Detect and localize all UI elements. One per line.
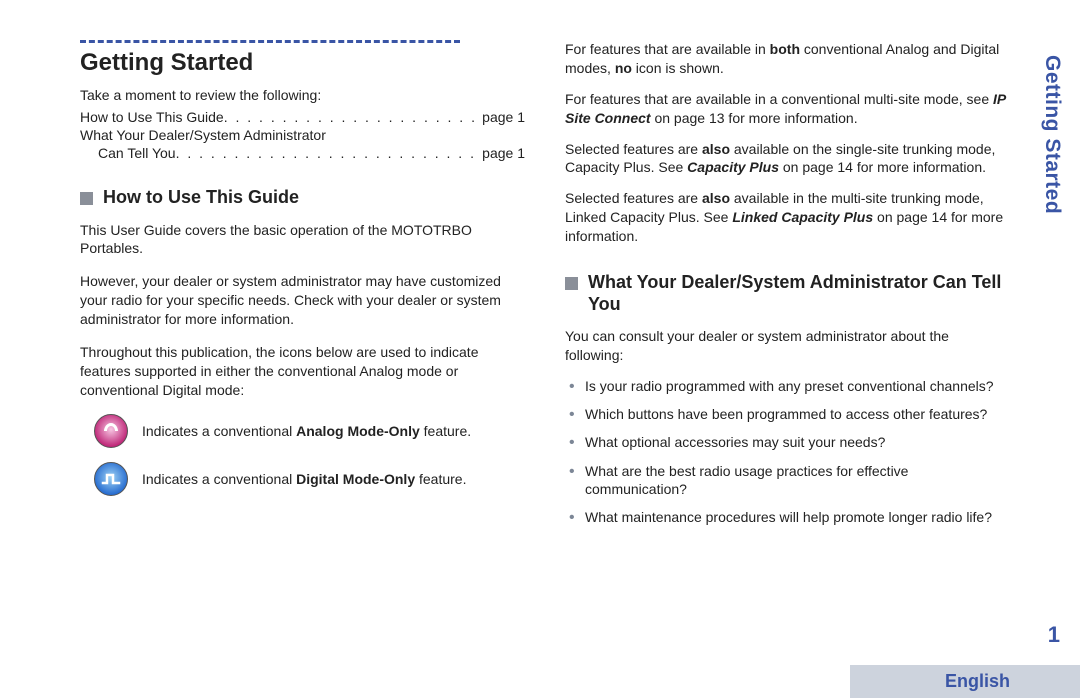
toc-row-2a: What Your Dealer/System Administrator	[80, 127, 525, 143]
subheading-how-to-use: How to Use This Guide	[80, 187, 525, 209]
toc-label: How to Use This Guide	[80, 109, 224, 125]
right-column: For features that are available in both …	[565, 40, 1050, 688]
square-bullet-icon	[565, 277, 578, 290]
feature-text: Indicates a conventional Analog Mode-Onl…	[142, 422, 471, 440]
subheading-title: How to Use This Guide	[103, 187, 299, 209]
list-item: What maintenance procedures will help pr…	[569, 508, 1010, 526]
feature-text: Indicates a conventional Digital Mode-On…	[142, 470, 466, 488]
body-paragraph: However, your dealer or system administr…	[80, 272, 525, 329]
toc-label: Can Tell You	[98, 145, 176, 161]
square-bullet-icon	[80, 192, 93, 205]
toc-row-1: How to Use This Guide . . . . . . . . . …	[80, 109, 525, 125]
body-paragraph: This User Guide covers the basic operati…	[80, 221, 525, 259]
body-paragraph: Selected features are also available in …	[565, 189, 1010, 246]
feature-analog: Indicates a conventional Analog Mode-Onl…	[94, 414, 525, 448]
question-list: Is your radio programmed with any preset…	[565, 377, 1010, 526]
analog-mode-icon	[94, 414, 128, 448]
feature-digital: Indicates a conventional Digital Mode-On…	[94, 462, 525, 496]
page-number: 1	[1048, 622, 1060, 648]
toc-label: What Your Dealer/System Administrator	[80, 127, 326, 143]
list-item: Which buttons have been programmed to ac…	[569, 405, 1010, 423]
left-column: Getting Started Take a moment to review …	[80, 40, 525, 688]
body-paragraph: For features that are available in a con…	[565, 90, 1010, 128]
intro-text: Take a moment to review the following:	[80, 87, 525, 103]
subheading-title: What Your Dealer/System Administrator Ca…	[588, 272, 1010, 315]
body-paragraph: Throughout this publication, the icons b…	[80, 343, 525, 400]
page-content: Getting Started Take a moment to review …	[0, 0, 1080, 698]
toc-page-ref: page 1	[482, 145, 525, 161]
side-tab-label: Getting Started	[1040, 55, 1064, 214]
toc-row-2b: Can Tell You . . . . . . . . . . . . . .…	[80, 145, 525, 161]
page-title: Getting Started	[80, 49, 525, 77]
body-paragraph: You can consult your dealer or system ad…	[565, 327, 1010, 365]
list-item: What optional accessories may suit your …	[569, 433, 1010, 451]
toc-dots: . . . . . . . . . . . . . . . . . . . . …	[176, 145, 483, 161]
dashed-divider	[80, 40, 460, 43]
list-item: What are the best radio usage practices …	[569, 462, 1010, 498]
toc-page-ref: page 1	[482, 109, 525, 125]
digital-mode-icon	[94, 462, 128, 496]
body-paragraph: For features that are available in both …	[565, 40, 1010, 78]
body-paragraph: Selected features are also available on …	[565, 140, 1010, 178]
language-footer: English	[850, 665, 1080, 698]
list-item: Is your radio programmed with any preset…	[569, 377, 1010, 395]
subheading-dealer-admin: What Your Dealer/System Administrator Ca…	[565, 272, 1010, 315]
toc-dots: . . . . . . . . . . . . . . . . . . . . …	[224, 109, 482, 125]
